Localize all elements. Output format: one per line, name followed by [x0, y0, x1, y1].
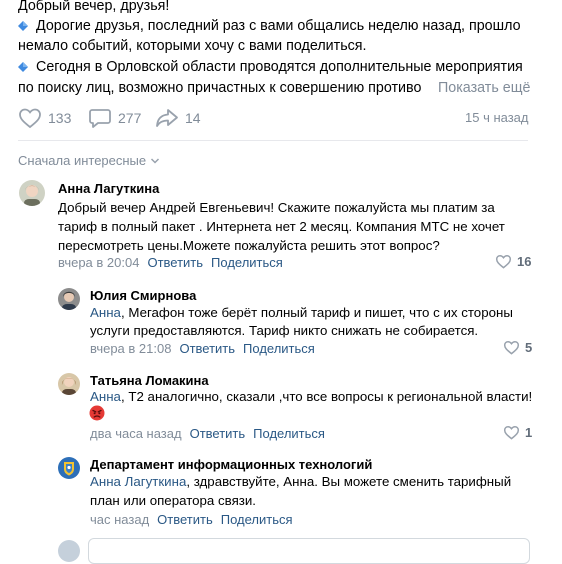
comment-icon — [89, 109, 111, 128]
comment-like-count: 5 — [525, 340, 533, 355]
comment-text-line: тариф в полный пакет . Интернета нет 2 м… — [58, 219, 505, 234]
post-text-line: Добрый вечер, друзья! — [18, 0, 170, 14]
diamond-bullet-icon — [18, 62, 28, 72]
mention-link[interactable]: Анна — [90, 389, 121, 404]
comment-text-line: Анна Лагуткина, здравствуйте, Анна. Вы м… — [90, 474, 512, 489]
comment-text-line: Добрый вечер Андрей Евгеньевич! Скажите … — [58, 200, 495, 215]
avatar[interactable] — [58, 457, 80, 479]
share-button[interactable]: Поделиться — [253, 426, 325, 441]
comment-time[interactable]: вчера в 21:08 — [90, 341, 171, 356]
comment-like-count: 1 — [525, 425, 533, 440]
comment-like-button[interactable]: 1 — [503, 425, 532, 440]
mention-link[interactable]: Анна Лагуткина — [90, 474, 186, 489]
angry-face-emoji — [89, 405, 105, 426]
comment-text-line: услуги предоставляются. Тариф никто сниж… — [90, 323, 479, 338]
comment-author[interactable]: Юлия Смирнова — [90, 288, 196, 303]
comment-time[interactable]: два часа назад — [90, 426, 182, 441]
comment-text-line: Анна, Мегафон тоже берёт полный тариф и … — [90, 305, 513, 320]
heart-icon — [19, 108, 41, 129]
share-button[interactable]: Поделиться — [221, 512, 293, 527]
post-comment-button[interactable]: 277 — [88, 107, 141, 129]
diamond-bullet-icon — [18, 21, 28, 31]
reply-button[interactable]: Ответить — [179, 341, 235, 356]
comment-like-button[interactable]: 5 — [503, 340, 532, 355]
reply-input[interactable] — [88, 538, 530, 564]
comment-author[interactable]: Анна Лагуткина — [58, 181, 159, 196]
post-like-button[interactable]: 133 — [18, 107, 71, 129]
comment-meta: вчера в 21:08 Ответить Поделиться — [90, 341, 315, 356]
post-share-count: 14 — [185, 110, 201, 126]
post-text-line: немало событий, которыми хочу с вами под… — [18, 38, 367, 54]
reply-button[interactable]: Ответить — [157, 512, 213, 527]
heart-icon — [503, 340, 520, 355]
comment-text-line: Анна, Т2 аналогично, сказали ,что все во… — [90, 389, 533, 404]
comment-author[interactable]: Департамент информационных технологий — [90, 457, 372, 472]
chevron-down-icon — [151, 157, 160, 164]
current-user-avatar — [58, 540, 80, 562]
mention-link[interactable]: Анна — [90, 305, 121, 320]
sort-label: Сначала интересные — [18, 153, 147, 168]
reply-button[interactable]: Ответить — [190, 426, 246, 441]
heart-icon — [503, 425, 520, 440]
comment-like-button[interactable]: 16 — [495, 254, 531, 269]
post-comment-count: 277 — [118, 110, 142, 126]
divider — [18, 140, 528, 141]
avatar[interactable] — [58, 373, 80, 395]
avatar[interactable] — [58, 288, 80, 310]
comments-sort-dropdown[interactable]: Сначала интересные — [18, 153, 160, 168]
comment-time[interactable]: час назад — [90, 512, 149, 527]
post-text-line: по поиску лиц, возможно причастных к сов… — [18, 80, 422, 96]
coat-of-arms-icon — [58, 457, 80, 479]
comment-meta: два часа назад Ответить Поделиться — [90, 426, 325, 441]
comment-meta: час назад Ответить Поделиться — [90, 512, 293, 527]
comment-meta: вчера в 20:04 Ответить Поделиться — [58, 255, 283, 270]
post-time[interactable]: 15 ч назад — [465, 110, 529, 125]
share-button[interactable]: Поделиться — [243, 341, 315, 356]
comment-author[interactable]: Татьяна Ломакина — [90, 373, 209, 388]
comment-text-line: пересмотреть цены.Можете пожалуйста реши… — [58, 238, 440, 253]
post-text-line: Сегодня в Орловской области проводятся д… — [18, 57, 523, 77]
reply-button[interactable]: Ответить — [147, 255, 203, 270]
comment-time[interactable]: вчера в 20:04 — [58, 255, 139, 270]
comment-text-line: план или оператора связи. — [90, 493, 256, 508]
share-arrow-icon — [156, 109, 178, 127]
heart-icon — [495, 254, 512, 269]
post-like-count: 133 — [48, 110, 72, 126]
show-more-link[interactable]: Показать ещё — [436, 78, 531, 98]
comment-like-count: 16 — [517, 254, 532, 269]
post-share-button[interactable]: 14 — [155, 107, 201, 129]
avatar[interactable] — [19, 180, 45, 206]
post-text-line: Дорогие друзья, последний раз с вами общ… — [18, 16, 521, 36]
share-button[interactable]: Поделиться — [211, 255, 283, 270]
